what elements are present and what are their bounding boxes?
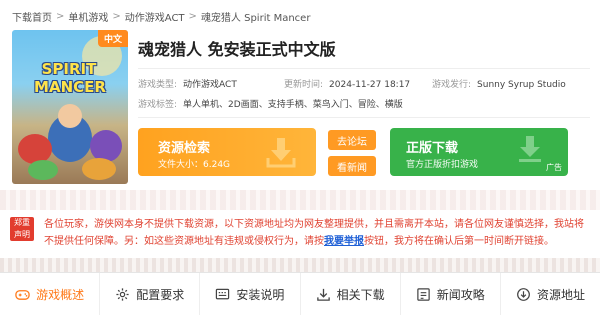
tab-related-downloads[interactable]: 相关下载 (301, 273, 401, 315)
official-download-label: 正版下载 (406, 141, 459, 156)
publisher-label: 游戏发行: (432, 80, 472, 90)
breadcrumb: 下载首页 > 单机游戏 > 动作游戏ACT > 魂宠猎人 Spirit Manc… (12, 8, 310, 24)
download-icon (316, 288, 330, 301)
disclaimer-notice: 郑重声明 各位玩家，游侠网本身不提供下载资源，以下资源地址均为网友整理提供，并且… (0, 210, 600, 255)
breadcrumb-home[interactable]: 下载首页 (12, 9, 52, 24)
ad-label: 广告 (546, 163, 562, 172)
download-icon (266, 138, 296, 168)
game-tags: 游戏标签: 单人单机、2D画面、支持手柄、菜鸟入门、冒险、横版 (138, 97, 403, 110)
cover-logo-line2: MANCER (34, 78, 106, 96)
tab-requirements[interactable]: 配置要求 (100, 273, 201, 315)
section-tabs: 游戏概述 配置要求 安装说明 相关下载 新闻攻略 资源地址 (0, 272, 600, 315)
decorative-banner (0, 190, 600, 210)
breadcrumb-act[interactable]: 动作游戏ACT (125, 9, 185, 24)
cover-logo-line1: SPIRIT (41, 60, 97, 78)
cover-monster (90, 130, 122, 162)
tab-label: 安装说明 (236, 287, 285, 302)
chinese-badge: 中文 (97, 30, 128, 47)
resource-search-button[interactable]: 资源检索 文件大小：6.24G (138, 128, 316, 176)
publisher-value: Sunny Syrup Studio (477, 80, 566, 90)
official-download-subtitle: 官方正版折扣游戏 (406, 160, 479, 170)
breadcrumb-separator: > (188, 10, 197, 22)
disclaimer-tag-line2: 声明 (14, 230, 30, 239)
gear-icon (116, 287, 129, 301)
breadcrumb-single-player[interactable]: 单机游戏 (68, 9, 108, 24)
report-link[interactable]: 我要举报 (324, 236, 364, 247)
news-button[interactable]: 看新闻 (328, 156, 376, 176)
page-title: 魂宠猎人 免安装正式中文版 (138, 40, 336, 59)
game-tags-value[interactable]: 单人单机、2D画面、支持手柄、菜鸟入门、冒险、横版 (183, 100, 403, 110)
game-type: 游戏类型: 动作游戏ACT (138, 77, 237, 90)
divider (138, 68, 590, 69)
circle-download-icon (517, 287, 530, 301)
tab-label: 相关下载 (336, 287, 385, 302)
cover-character (58, 104, 82, 128)
game-cover-image[interactable]: SPIRIT MANCER 中文 (12, 30, 128, 184)
divider (138, 117, 590, 118)
news-icon (417, 287, 430, 301)
breadcrumb-separator: > (56, 10, 65, 22)
update-time-value: 2024-11-27 18:17 (329, 80, 411, 90)
tab-news-guides[interactable]: 新闻攻略 (401, 273, 501, 315)
disclaimer-text-tail: 按钮，我方将在确认后第一时间断开链接。 (364, 236, 554, 247)
tab-resource-address[interactable]: 资源地址 (501, 273, 600, 315)
disclaimer-tag: 郑重 声明 (10, 217, 34, 241)
game-type-label: 游戏类型: (138, 80, 178, 90)
file-size: 文件大小：6.24G (158, 160, 231, 170)
resource-search-label: 资源检索 (158, 141, 211, 156)
breadcrumb-current: 魂宠猎人 Spirit Mancer (200, 12, 311, 24)
update-time-label: 更新时间: (284, 80, 324, 90)
breadcrumb-separator: > (112, 10, 121, 22)
install-icon (216, 288, 230, 299)
forum-button[interactable]: 去论坛 (328, 130, 376, 150)
disclaimer-text: 各位玩家，游侠网本身不提供下载资源，以下资源地址均为网友整理提供，并且需离开本站… (44, 216, 592, 250)
download-icon (519, 136, 541, 162)
publisher: 游戏发行: Sunny Syrup Studio (432, 77, 566, 90)
game-tags-label: 游戏标签: (138, 100, 178, 110)
tab-install-guide[interactable]: 安装说明 (200, 273, 301, 315)
game-type-value[interactable]: 动作游戏ACT (183, 80, 237, 90)
tab-label: 游戏概述 (36, 287, 85, 302)
cover-monster (28, 160, 58, 180)
tab-label: 新闻攻略 (436, 287, 485, 302)
tab-game-overview[interactable]: 游戏概述 (0, 273, 101, 315)
update-time: 更新时间: 2024-11-27 18:17 (284, 77, 410, 90)
gamepad-icon (15, 289, 30, 300)
tab-label: 配置要求 (136, 287, 185, 302)
cover-monster (82, 158, 116, 180)
decorative-banner (0, 258, 600, 272)
official-download-button[interactable]: 正版下载 官方正版折扣游戏 广告 (390, 128, 568, 176)
tab-label: 资源地址 (536, 287, 585, 302)
disclaimer-tag-line1: 郑重 (14, 218, 30, 227)
